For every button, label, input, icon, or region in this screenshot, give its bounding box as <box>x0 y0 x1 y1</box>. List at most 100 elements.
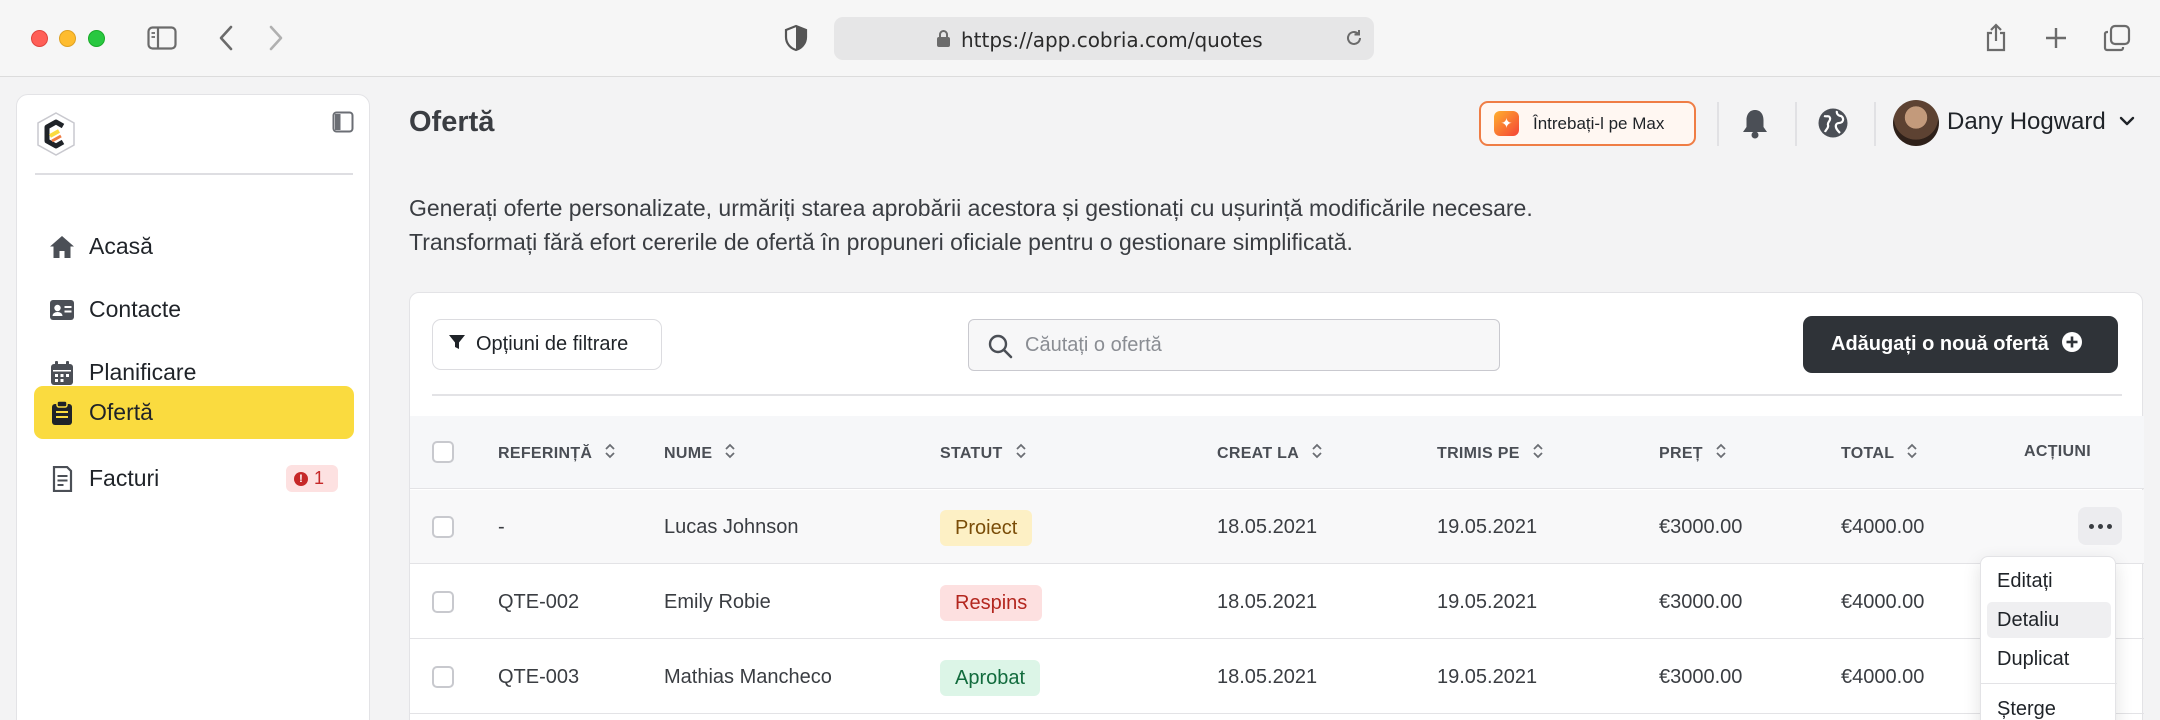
minimize-window-button[interactable] <box>59 30 76 47</box>
badge-count: 1 <box>314 468 325 488</box>
row-checkbox[interactable] <box>432 666 454 688</box>
globe-icon[interactable] <box>1816 106 1850 140</box>
contact-card-icon <box>49 297 75 323</box>
url-text: https://app.cobria.com/quotes <box>961 28 1263 52</box>
share-icon[interactable] <box>1980 22 2012 54</box>
table-row[interactable]: QTE-002 Emily Robie Respins 18.05.2021 1… <box>410 565 2144 639</box>
sparkle-icon: ✦ <box>1494 111 1519 136</box>
back-icon[interactable] <box>210 22 242 54</box>
name-cell: Emily Robie <box>664 591 771 613</box>
header-divider <box>1874 102 1876 146</box>
menu-item-edit[interactable]: Editați <box>1987 563 2111 599</box>
forward-icon[interactable] <box>260 22 292 54</box>
column-header-price[interactable]: PREȚ <box>1659 443 1727 464</box>
sort-icon <box>1906 443 1918 464</box>
home-icon <box>49 234 75 260</box>
total-cell: €4000.00 <box>1841 591 1925 613</box>
app-logo[interactable] <box>35 111 77 157</box>
shield-icon[interactable] <box>780 22 812 54</box>
header-divider <box>1795 102 1797 146</box>
reload-icon[interactable] <box>1344 28 1364 53</box>
created-cell: 18.05.2021 <box>1217 516 1318 538</box>
description-line: Generați oferte personalizate, urmăriți … <box>409 195 1533 221</box>
row-checkbox[interactable] <box>432 591 454 613</box>
quotes-panel: Opțiuni de filtrare Adăugați o nouă ofer… <box>409 292 2144 720</box>
close-window-button[interactable] <box>31 30 48 47</box>
column-header-total[interactable]: TOTAL <box>1841 443 1918 464</box>
search-field[interactable] <box>968 319 1500 371</box>
description-line: Transformați fără efort cererile de ofer… <box>409 229 1353 255</box>
add-quote-label: Adăugați o nouă ofertă <box>1831 333 2049 355</box>
column-header-reference[interactable]: REFERINȚĂ <box>498 443 616 464</box>
tab-overview-icon[interactable] <box>2101 22 2133 54</box>
status-badge: Proiect <box>940 510 1033 546</box>
column-header-sent[interactable]: TRIMIS PE <box>1437 443 1544 464</box>
column-label: PREȚ <box>1659 444 1703 462</box>
chevron-down-icon[interactable] <box>2119 114 2135 132</box>
sidebar-item-contacts[interactable]: Contacte <box>34 283 354 336</box>
calendar-icon <box>49 360 75 386</box>
column-header-status[interactable]: STATUT <box>940 443 1027 464</box>
add-quote-button[interactable]: Adăugați o nouă ofertă <box>1803 316 2118 373</box>
sidebar-item-label: Ofertă <box>89 399 153 425</box>
sort-icon <box>1715 443 1727 464</box>
collapse-sidebar-icon[interactable] <box>332 111 354 138</box>
table-row[interactable]: - Lucas Johnson Proiect 18.05.2021 19.05… <box>410 490 2144 564</box>
sidebar-divider <box>35 173 353 175</box>
row-actions-menu: Editați Detaliu Duplicat Șterge <box>1980 556 2117 720</box>
user-name[interactable]: Dany Hogward <box>1947 108 2106 136</box>
sidebar-item-invoices[interactable]: Facturi ! 1 <box>34 452 354 505</box>
ask-max-label: Întrebați-l pe Max <box>1533 113 1665 133</box>
price-cell: €3000.00 <box>1659 591 1743 613</box>
row-checkbox[interactable] <box>432 516 454 538</box>
sent-cell: 19.05.2021 <box>1437 666 1538 688</box>
lock-icon <box>936 29 951 53</box>
total-cell: €4000.00 <box>1841 666 1925 688</box>
column-label: STATUT <box>940 444 1003 462</box>
column-label: CREAT LA <box>1217 444 1300 462</box>
sidebar-item-quotes[interactable]: Ofertă <box>34 386 354 439</box>
sidebar-toggle-icon[interactable] <box>146 22 178 54</box>
table-row[interactable]: QTE-003 Mathias Mancheco Aprobat 18.05.2… <box>410 640 2144 714</box>
sort-icon <box>1015 443 1027 464</box>
reference-cell: - <box>498 516 505 538</box>
bell-icon[interactable] <box>1738 106 1772 140</box>
select-all-checkbox[interactable] <box>432 441 454 463</box>
filter-icon <box>448 333 466 357</box>
reference-cell: QTE-002 <box>498 591 580 613</box>
column-header-created[interactable]: CREAT LA <box>1217 443 1323 464</box>
invoice-count-badge: ! 1 <box>286 465 338 492</box>
sidebar-item-label: Planificare <box>89 359 197 385</box>
maximize-window-button[interactable] <box>88 30 105 47</box>
panel-divider <box>432 394 2122 396</box>
ask-max-button[interactable]: ✦ Întrebați-l pe Max <box>1479 101 1696 146</box>
menu-item-detail[interactable]: Detaliu <box>1987 602 2111 638</box>
header-divider <box>1717 102 1719 146</box>
search-input[interactable] <box>1025 330 1465 360</box>
page-description: Generați oferte personalizate, urmăriți … <box>409 191 1533 259</box>
table-header: REFERINȚĂ NUME STATUT CREAT LA TRIMIS PE… <box>410 416 2144 489</box>
reference-cell: QTE-003 <box>498 666 580 688</box>
created-cell: 18.05.2021 <box>1217 591 1318 613</box>
column-header-name[interactable]: NUME <box>664 443 736 464</box>
sidebar-item-label: Facturi <box>89 465 160 491</box>
sort-icon <box>1311 443 1323 464</box>
name-cell: Mathias Mancheco <box>664 666 832 688</box>
name-cell: Lucas Johnson <box>664 516 799 538</box>
sort-icon <box>724 443 736 464</box>
search-icon <box>987 333 1013 364</box>
sent-cell: 19.05.2021 <box>1437 516 1538 538</box>
filter-options-button[interactable]: Opțiuni de filtrare <box>432 319 662 370</box>
page-title: Ofertă <box>409 106 495 138</box>
menu-item-delete[interactable]: Șterge <box>1987 691 2111 720</box>
row-actions-button[interactable] <box>2078 507 2122 545</box>
avatar[interactable] <box>1893 100 1939 146</box>
menu-item-duplicate[interactable]: Duplicat <box>1987 641 2111 677</box>
sidebar-item-home[interactable]: Acasă <box>34 220 354 273</box>
new-tab-icon[interactable] <box>2040 22 2072 54</box>
address-bar[interactable]: https://app.cobria.com/quotes <box>834 17 1374 60</box>
created-cell: 18.05.2021 <box>1217 666 1318 688</box>
invoice-icon <box>49 466 75 492</box>
filter-options-label: Opțiuni de filtrare <box>476 333 629 355</box>
column-label: ACȚIUNI <box>2024 443 2091 460</box>
